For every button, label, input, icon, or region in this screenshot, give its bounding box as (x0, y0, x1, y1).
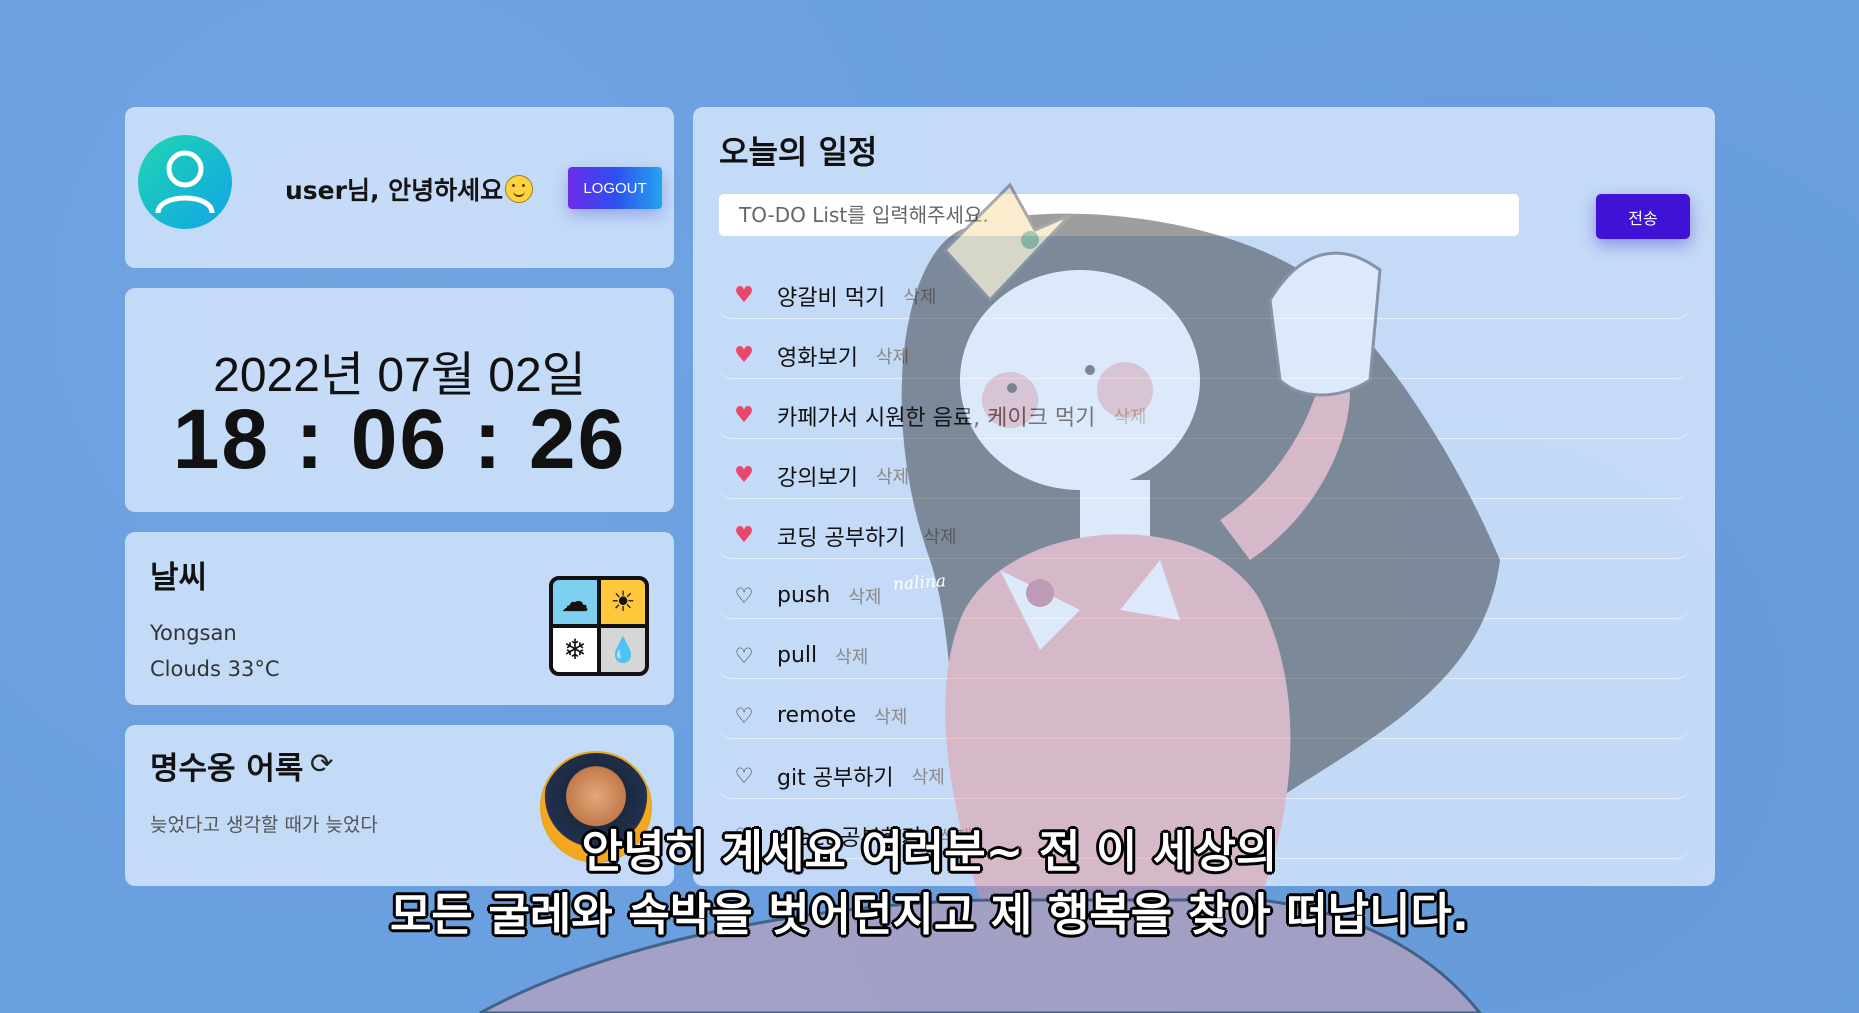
todo-title: 오늘의 일정 (719, 133, 878, 171)
heart-filled-icon[interactable]: ♥ (731, 283, 757, 308)
logout-button[interactable]: LOGOUT (568, 167, 662, 209)
todo-card: 오늘의 일정 전송 ♥양갈비 먹기삭제♥영화보기삭제♥카페가서 시원한 음료, … (693, 107, 1715, 886)
user-card: user님, 안녕하세요 LOGOUT (125, 107, 674, 268)
heart-outline-icon[interactable]: ♡ (731, 764, 757, 788)
weather-city: Yongsan (150, 621, 237, 645)
greeting: user님, 안녕하세요 (285, 171, 534, 207)
todo-item-text: push (777, 583, 831, 608)
delete-button[interactable]: 삭제 (923, 523, 956, 549)
delete-button[interactable]: 삭제 (874, 703, 907, 729)
todo-item: ♡ push 삭제 (719, 573, 1689, 619)
todo-item-text: 코딩 공부하기 (777, 525, 906, 551)
todo-item-text: 카페가서 시원한 음료, 케이크 먹기 (777, 405, 1096, 431)
todo-item-text: 양갈비 먹기 (777, 285, 886, 311)
avatar (138, 135, 232, 229)
todo-item-text: 영화보기 (777, 345, 858, 371)
delete-button[interactable]: 삭제 (876, 343, 909, 369)
todo-item: ♥ 코딩 공부하기 삭제 (719, 513, 1689, 559)
delete-button[interactable]: 삭제 (876, 463, 909, 489)
weather-card: 날씨 Yongsan Clouds 33°C ☁ ☀ ❄ 💧 (125, 532, 674, 705)
todo-item: ♡ pull 삭제 (719, 633, 1689, 679)
todo-item-text: git 공부하기 (777, 765, 894, 791)
humidity-icon: 💧 (601, 628, 645, 672)
todo-item: ♥ 양갈비 먹기 삭제 (719, 273, 1689, 319)
send-button[interactable]: 전송 (1596, 194, 1690, 239)
smile-emoji-icon (505, 175, 534, 203)
current-time: 18 : 06 : 26 (172, 392, 627, 486)
todo-item: ♡ git 공부하기 삭제 (719, 753, 1689, 799)
heart-outline-icon[interactable]: ♡ (731, 644, 757, 668)
todo-item: ♥ 카페가서 시원한 음료, 케이크 먹기 삭제 (719, 393, 1689, 439)
heart-outline-icon[interactable]: ♡ (731, 704, 757, 728)
video-subtitle-line-2: 모든 굴레와 속박을 벗어던지고 제 행복을 찾아 떠납니다. (390, 888, 1469, 941)
weather-title: 날씨 (150, 560, 208, 596)
todo-item: ♥ 강의보기 삭제 (719, 453, 1689, 499)
snowflake-icon: ❄ (553, 628, 597, 672)
delete-button[interactable]: 삭제 (912, 763, 945, 789)
quote-title: 명수옹 어록 (150, 751, 304, 787)
todo-item: ♥ 영화보기 삭제 (719, 333, 1689, 379)
todo-item: ♡ remote 삭제 (719, 693, 1689, 739)
heart-filled-icon[interactable]: ♥ (731, 343, 757, 368)
heart-filled-icon[interactable]: ♥ (731, 523, 757, 548)
delete-button[interactable]: 삭제 (835, 643, 868, 669)
cloud-icon: ☁ (553, 580, 597, 624)
todo-list: ♥ 양갈비 먹기 삭제 ♥ 영화보기 삭제 ♥ 카페가서 시원한 음료, 케이크 먹기 삭제 ♥ 강… (719, 273, 1689, 873)
todo-item-text: pull (777, 643, 818, 668)
watermark: nalina (892, 571, 947, 595)
todo-item-text: 강의보기 (777, 465, 858, 491)
refresh-icon[interactable]: ⟳ (310, 747, 333, 780)
heart-filled-icon[interactable]: ♥ (731, 403, 757, 428)
clock-card: 2022년 07월 02일 18 : 06 : 26 (125, 288, 674, 512)
user-icon (155, 150, 215, 214)
sun-icon: ☀ (601, 580, 645, 624)
todo-input[interactable] (719, 194, 1519, 236)
delete-button[interactable]: 삭제 (903, 283, 936, 309)
greeting-text: user님, 안녕하세요 (285, 176, 504, 205)
delete-button[interactable]: 삭제 (1113, 403, 1146, 429)
heart-filled-icon[interactable]: ♥ (731, 463, 757, 488)
video-subtitle-line-1: 안녕히 계세요 여러분~ 전 이 세상의 (581, 825, 1278, 878)
heart-outline-icon[interactable]: ♡ (731, 584, 757, 608)
delete-button[interactable]: 삭제 (848, 583, 881, 609)
todo-item-text: remote (777, 703, 857, 728)
weather-description: Clouds 33°C (150, 657, 280, 681)
weather-icon: ☁ ☀ ❄ 💧 (549, 576, 649, 676)
